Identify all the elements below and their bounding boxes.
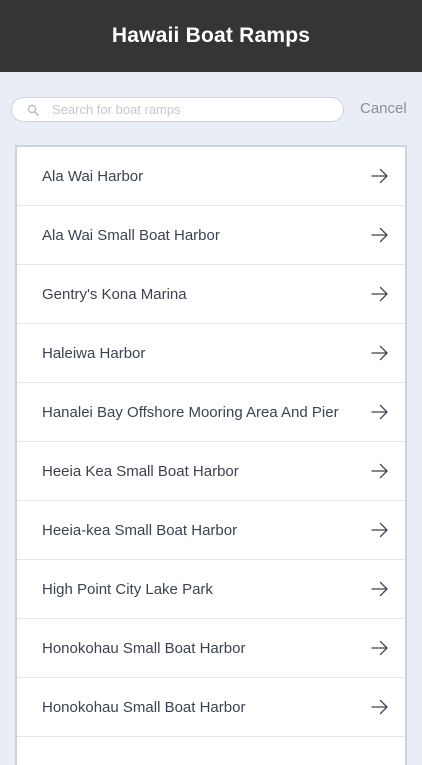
arrow-right-icon xyxy=(371,699,388,715)
list-item-label: Honokohau Small Boat Harbor xyxy=(42,698,246,716)
search-field[interactable] xyxy=(11,97,344,122)
arrow-right-icon xyxy=(371,345,388,361)
boat-ramp-list[interactable]: Ala Wai Harbor Ala Wai Small Boat Harbor… xyxy=(15,145,407,765)
arrow-right-icon xyxy=(371,404,388,420)
arrow-right-icon xyxy=(371,463,388,479)
list-item-label: Heeia Kea Small Boat Harbor xyxy=(42,462,239,480)
arrow-right-icon xyxy=(371,286,388,302)
list-item[interactable] xyxy=(17,737,405,765)
list-item[interactable]: Hanalei Bay Offshore Mooring Area And Pi… xyxy=(17,383,405,442)
list-item[interactable]: Honokohau Small Boat Harbor xyxy=(17,619,405,678)
search-icon xyxy=(27,104,39,116)
list-item[interactable]: Honokohau Small Boat Harbor xyxy=(17,678,405,737)
list-item-label: Gentry's Kona Marina xyxy=(42,285,187,303)
arrow-right-icon xyxy=(371,522,388,538)
app-header: Hawaii Boat Ramps xyxy=(0,0,422,72)
list-item-label: Hanalei Bay Offshore Mooring Area And Pi… xyxy=(42,403,339,421)
list-item[interactable]: Ala Wai Harbor xyxy=(17,147,405,206)
list-item[interactable]: Heeia-kea Small Boat Harbor xyxy=(17,501,405,560)
search-input[interactable] xyxy=(52,98,337,121)
list-item-label: Heeia-kea Small Boat Harbor xyxy=(42,521,238,539)
arrow-right-icon xyxy=(371,227,388,243)
list-item-label: Ala Wai Harbor xyxy=(42,167,144,185)
list-item[interactable]: Ala Wai Small Boat Harbor xyxy=(17,206,405,265)
page-title: Hawaii Boat Ramps xyxy=(111,24,311,47)
search-bar: Cancel xyxy=(0,72,422,146)
list-item[interactable]: Heeia Kea Small Boat Harbor xyxy=(17,442,405,501)
list-item[interactable]: High Point City Lake Park xyxy=(17,560,405,619)
cancel-button[interactable]: Cancel xyxy=(360,100,407,117)
arrow-right-icon xyxy=(371,581,388,597)
list-item-label: Ala Wai Small Boat Harbor xyxy=(42,226,220,244)
list-item-label: Honokohau Small Boat Harbor xyxy=(42,639,246,657)
list-item[interactable]: Haleiwa Harbor xyxy=(17,324,405,383)
list-item[interactable]: Gentry's Kona Marina xyxy=(17,265,405,324)
arrow-right-icon xyxy=(371,168,388,184)
arrow-right-icon xyxy=(371,640,388,656)
list-item-label: Haleiwa Harbor xyxy=(42,344,146,362)
list-item-label: High Point City Lake Park xyxy=(42,580,213,598)
